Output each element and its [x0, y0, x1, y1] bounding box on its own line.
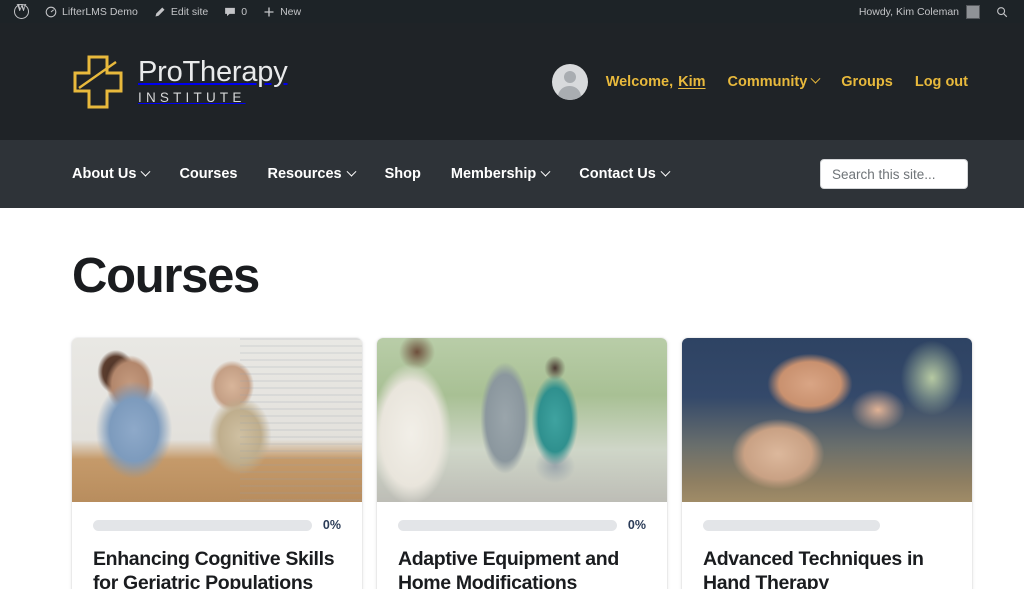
user-nav-logout-label: Log out	[914, 73, 968, 90]
main-navbar: About Us Courses Resources Shop Membersh…	[0, 140, 1024, 208]
admin-bar-edit-site-label: Edit site	[170, 5, 209, 18]
admin-bar-comment-count: 0	[241, 5, 248, 18]
nav-label-contact-us: Contact Us	[579, 166, 656, 182]
wp-admin-bar: LifterLMS Demo Edit site 0 New Howdy, Ki…	[0, 0, 1024, 23]
pencil-icon	[155, 7, 165, 16]
course-card[interactable]: Advanced Advanced Techniques in Hand The…	[682, 338, 972, 589]
course-card-body: 0% Enhancing Cognitive Skills for Geriat…	[72, 502, 362, 589]
course-card-body: 0% Adaptive Equipment and Home Modificat…	[377, 502, 667, 589]
course-image-crutches-outdoor	[377, 338, 667, 502]
comment-icon	[225, 7, 236, 16]
nav-label-courses: Courses	[179, 166, 238, 182]
admin-bar-site-name[interactable]: LifterLMS Demo	[37, 0, 146, 23]
welcome-label: Welcome,	[605, 73, 674, 90]
progress-track	[93, 519, 312, 531]
nav-label-membership: Membership	[450, 166, 537, 182]
avatar[interactable]	[551, 63, 588, 100]
main-content: Courses 0% Enhancing Cognitive Skills fo…	[0, 248, 1024, 589]
user-nav-community-label: Community	[727, 73, 808, 90]
course-image-hand-therapy	[682, 338, 972, 502]
user-nav-groups-label: Groups	[841, 73, 893, 90]
user-nav-groups[interactable]: Groups	[841, 74, 893, 90]
user-nav-welcome[interactable]: Welcome, Kim	[606, 74, 706, 90]
dashboard-icon	[45, 6, 57, 17]
course-image-geriatric-session	[72, 338, 362, 502]
nav-label-shop: Shop	[384, 166, 421, 182]
admin-bar-howdy-label: Howdy, Kim Coleman	[858, 5, 959, 18]
nav-item-membership[interactable]: Membership	[450, 166, 551, 182]
header-user-area: Welcome, Kim Community Groups Log out	[551, 63, 968, 100]
admin-bar-comments[interactable]: 0	[216, 0, 255, 23]
nav-item-courses[interactable]: Courses	[179, 166, 237, 182]
site-header: ProTherapy INSTITUTE Welcome, Kim Commun…	[0, 23, 1024, 140]
user-nav-community[interactable]: Community	[727, 73, 821, 90]
admin-bar-new-label: New	[280, 5, 302, 18]
chevron-down-icon	[810, 73, 821, 84]
main-nav: About Us Courses Resources Shop Membersh…	[72, 166, 671, 182]
welcome-username: Kim	[678, 73, 706, 90]
course-progress: 0%	[93, 518, 341, 532]
search-input[interactable]	[820, 159, 968, 189]
course-title: Advanced Techniques in Hand Therapy	[703, 548, 924, 589]
nav-item-contact-us[interactable]: Contact Us	[579, 166, 671, 182]
medical-cross-logo-icon	[73, 55, 123, 108]
nav-label-about-us: About Us	[72, 166, 137, 182]
admin-bar-left-group: LifterLMS Demo Edit site 0 New	[0, 0, 309, 23]
chevron-down-icon	[140, 166, 151, 177]
progress-percent: 0%	[627, 518, 646, 532]
chevron-down-icon	[660, 166, 671, 177]
page-title: Courses	[72, 249, 260, 303]
search-icon	[997, 6, 1008, 17]
site-logo-text: ProTherapy INSTITUTE	[138, 58, 288, 105]
admin-bar-avatar	[966, 4, 980, 19]
course-card[interactable]: 0% Enhancing Cognitive Skills for Geriat…	[72, 338, 362, 589]
course-card-body: Advanced Advanced Techniques in Hand The…	[682, 502, 972, 589]
brand-subtitle: INSTITUTE	[138, 90, 246, 106]
course-title: Adaptive Equipment and Home Modification…	[398, 548, 619, 589]
admin-bar-right-group: Howdy, Kim Coleman	[851, 0, 1024, 23]
nav-label-resources: Resources	[267, 166, 342, 182]
nav-item-about-us[interactable]: About Us	[72, 166, 151, 182]
chevron-down-icon	[346, 166, 357, 177]
admin-bar-edit-site[interactable]: Edit site	[146, 0, 216, 23]
course-card[interactable]: 0% Adaptive Equipment and Home Modificat…	[377, 338, 667, 589]
wordpress-logo-icon	[14, 3, 29, 19]
admin-bar-new-content[interactable]: New	[255, 0, 309, 23]
progress-track	[703, 519, 881, 531]
progress-percent: 0%	[322, 518, 341, 532]
course-card-grid: 0% Enhancing Cognitive Skills for Geriat…	[72, 338, 972, 589]
nav-item-shop[interactable]: Shop	[385, 166, 421, 182]
brand-name: ProTherapy	[138, 56, 288, 89]
plus-icon	[264, 7, 274, 16]
course-progress: Advanced	[703, 518, 951, 532]
chevron-down-icon	[540, 166, 551, 177]
nav-item-resources[interactable]: Resources	[267, 166, 357, 182]
user-nav-logout[interactable]: Log out	[915, 74, 968, 90]
user-nav: Welcome, Kim Community Groups Log out	[606, 74, 968, 90]
admin-bar-search[interactable]	[988, 0, 1016, 23]
course-title: Enhancing Cognitive Skills for Geriatric…	[93, 548, 335, 589]
site-logo-link[interactable]: ProTherapy INSTITUTE	[72, 54, 288, 110]
admin-bar-my-account[interactable]: Howdy, Kim Coleman	[851, 0, 988, 23]
wordpress-logo-menu[interactable]	[6, 0, 37, 23]
progress-track	[398, 519, 617, 531]
admin-bar-site-label: LifterLMS Demo	[62, 5, 138, 18]
course-progress: 0%	[398, 518, 646, 532]
site-search	[820, 159, 968, 189]
